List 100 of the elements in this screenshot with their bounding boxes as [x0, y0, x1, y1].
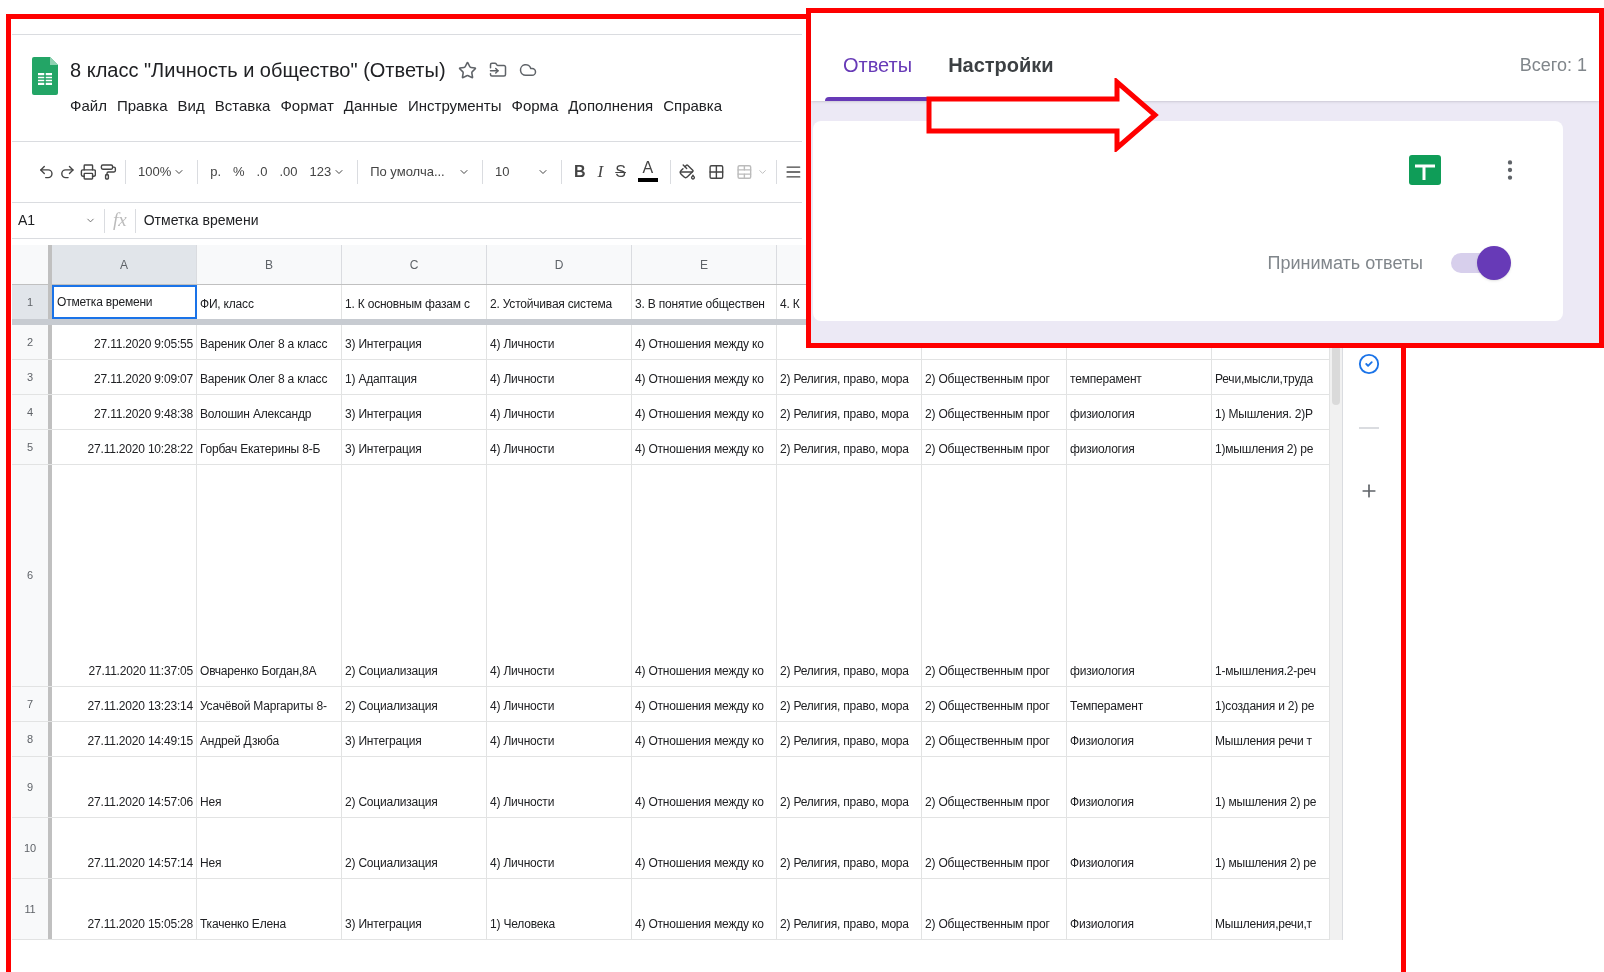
tasks-icon[interactable]: [1357, 353, 1380, 375]
row-number[interactable]: 7: [12, 687, 52, 721]
table-cell: 2) Общественным прог: [922, 395, 1067, 429]
bold-button[interactable]: B: [570, 158, 590, 186]
number-format-dropdown[interactable]: 123: [305, 158, 350, 186]
scrollbar-thumb[interactable]: [1332, 345, 1340, 405]
table-cell: 2) Общественным прог: [922, 687, 1067, 721]
table-cell: Нея: [197, 757, 342, 817]
align-icon[interactable]: [785, 163, 803, 181]
table-cell: 4) Отношения между ко: [632, 687, 777, 721]
table-cell: 1) Человека: [487, 879, 632, 939]
table-cell: 2) Общественным прог: [922, 879, 1067, 939]
table-cell: 27.11.2020 15:05:28: [52, 879, 197, 939]
table-cell: 4) Отношения между ко: [632, 325, 777, 359]
menu-item[interactable]: Формат: [280, 95, 334, 118]
row-number[interactable]: 2: [12, 325, 52, 359]
table-cell: 4) Личности: [487, 325, 632, 359]
table-cell: 27.11.2020 9:09:07: [52, 360, 197, 394]
row-number[interactable]: 3: [12, 360, 52, 394]
table-cell: 4) Отношения между ко: [632, 465, 777, 686]
row-number[interactable]: 10: [12, 818, 52, 878]
table-cell: Ткаченко Елена: [197, 879, 342, 939]
menu-item[interactable]: Справка: [663, 95, 723, 118]
percent-button[interactable]: %: [229, 158, 249, 186]
font-dropdown[interactable]: По умолча...: [366, 158, 475, 186]
accept-responses-toggle[interactable]: [1449, 247, 1511, 279]
table-cell: 27.11.2020 14:49:15: [52, 722, 197, 756]
table-cell: 2. Устойчивая система: [487, 285, 632, 319]
paint-format-icon[interactable]: [100, 163, 118, 181]
table-cell: 4) Отношения между ко: [632, 757, 777, 817]
column-header[interactable]: B: [197, 245, 342, 284]
table-cell: Овчаренко Богдан,8А: [197, 465, 342, 686]
table-cell: 4) Личности: [487, 757, 632, 817]
merge-cells-icon[interactable]: [736, 163, 754, 181]
accept-responses-label: Принимать ответы: [1267, 251, 1423, 275]
undo-icon[interactable]: [38, 163, 55, 181]
column-header[interactable]: E: [632, 245, 777, 284]
move-icon[interactable]: [488, 61, 507, 79]
font-size-dropdown[interactable]: 10: [491, 158, 554, 186]
menu-item[interactable]: Файл: [70, 95, 107, 118]
table-cell: физиология: [1067, 465, 1212, 686]
table-cell: 3. В понятие обществен: [632, 285, 777, 319]
column-header[interactable]: C: [342, 245, 487, 284]
table-cell: 2) Общественным прог: [922, 818, 1067, 878]
table-cell: 2) Социализация: [342, 465, 487, 686]
menu-item[interactable]: Форма: [511, 95, 559, 118]
print-icon[interactable]: [79, 163, 97, 181]
table-cell: 4) Отношения между ко: [632, 818, 777, 878]
menu-item[interactable]: Вставка: [214, 95, 271, 118]
row-number[interactable]: 4: [12, 395, 52, 429]
menu-item[interactable]: Дополнения: [568, 95, 654, 118]
formula-input[interactable]: Отметка времени: [135, 210, 259, 231]
tab[interactable]: Настройки: [930, 53, 1072, 77]
menu-item[interactable]: Данные: [343, 95, 398, 118]
table-cell: 2) Общественным прог: [922, 757, 1067, 817]
borders-icon[interactable]: [707, 163, 725, 181]
table-cell: 4) Личности: [487, 722, 632, 756]
strikethrough-button[interactable]: S: [611, 158, 630, 186]
redo-icon[interactable]: [58, 163, 76, 181]
menu-item[interactable]: Правка: [116, 95, 168, 118]
row-number[interactable]: 1: [12, 285, 52, 319]
cell-reference[interactable]: A1: [18, 210, 36, 231]
zoom-dropdown[interactable]: 100%: [134, 158, 190, 186]
currency-button[interactable]: р.: [206, 158, 226, 186]
menu-item[interactable]: Инструменты: [407, 95, 502, 118]
row-number[interactable]: 5: [12, 430, 52, 464]
total-count: Всего: 1: [1519, 54, 1587, 77]
table-cell: 2) Общественным прог: [922, 465, 1067, 686]
document-title[interactable]: 8 класс "Личность и общество" (Ответы): [70, 55, 446, 85]
table-cell: 2) Религия, право, мора: [777, 879, 922, 939]
star-icon[interactable]: [457, 60, 477, 80]
table-cell: 2) Религия, право, мора: [777, 465, 922, 686]
fill-color-icon[interactable]: [678, 163, 696, 181]
table-cell: Отметка времени: [52, 285, 197, 319]
spreadsheet-icon[interactable]: [1409, 155, 1441, 185]
table-cell: Физиология: [1067, 722, 1212, 756]
table-cell: 27.11.2020 9:48:38: [52, 395, 197, 429]
decrease-decimals-button[interactable]: .0: [252, 158, 272, 186]
table-cell: 4) Личности: [487, 465, 632, 686]
text-color-button[interactable]: A: [633, 158, 662, 186]
menu-item[interactable]: Вид: [177, 95, 205, 118]
row-number[interactable]: 8: [12, 722, 52, 756]
column-header[interactable]: A: [52, 245, 197, 284]
table-cell: 1) Адаптация: [342, 360, 487, 394]
table-cell: 4) Личности: [487, 430, 632, 464]
table-cell: Волошин Александр: [197, 395, 342, 429]
table-cell: 2) Общественным прог: [922, 430, 1067, 464]
italic-button[interactable]: I: [593, 158, 608, 186]
table-cell: 27.11.2020 10:28:22: [52, 430, 197, 464]
increase-decimals-button[interactable]: .00: [275, 158, 302, 186]
spreadsheet-logo-icon[interactable]: [32, 57, 58, 95]
row-number[interactable]: 6: [12, 465, 52, 686]
cloud-icon[interactable]: [518, 61, 537, 79]
row-number[interactable]: 9: [12, 757, 52, 817]
table-cell: 2) Общественным прог: [922, 722, 1067, 756]
tab[interactable]: Ответы: [825, 53, 931, 77]
column-header[interactable]: D: [487, 245, 632, 284]
row-number[interactable]: 11: [12, 879, 52, 939]
table-cell: Нея: [197, 818, 342, 878]
table-cell: 2) Религия, право, мора: [777, 818, 922, 878]
